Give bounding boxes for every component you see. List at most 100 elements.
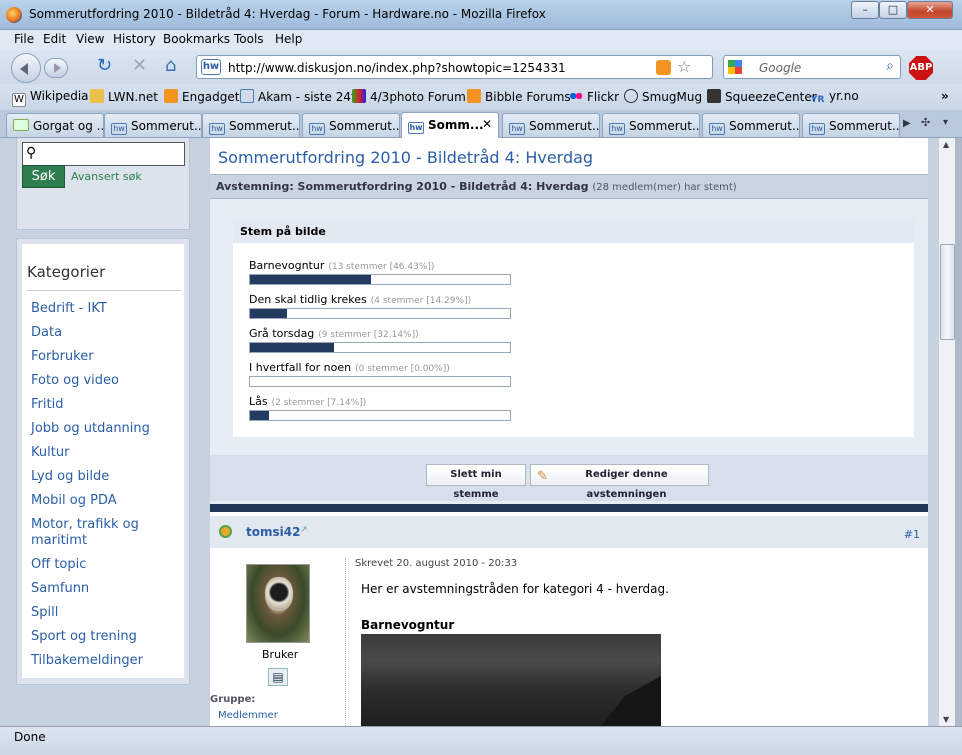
stop-icon[interactable]: ✕: [132, 56, 147, 76]
hw-icon: hw: [509, 123, 525, 135]
tab[interactable]: hw Sommerut...: [502, 113, 600, 137]
bookmark-wikipedia[interactable]: W Wikipedia: [12, 89, 89, 107]
url-bar[interactable]: hw http://www.diskusjon.no/index.php?sho…: [196, 55, 713, 79]
reload-icon[interactable]: ↻: [97, 56, 112, 76]
poll-bar: [249, 410, 511, 421]
group-value: Medlemmer: [218, 710, 278, 721]
tab[interactable]: Gorgat og ...: [6, 113, 104, 137]
category-link[interactable]: Off topic: [31, 557, 181, 573]
menu-tools[interactable]: Tools: [234, 32, 264, 46]
google-icon[interactable]: [728, 60, 742, 74]
menu-file[interactable]: File: [14, 32, 34, 46]
url-text[interactable]: http://www.diskusjon.no/index.php?showto…: [228, 61, 566, 75]
menu-history[interactable]: History: [113, 32, 156, 46]
adblock-icon[interactable]: ABP: [909, 56, 933, 80]
category-link[interactable]: Tilbakemeldinger: [31, 653, 181, 669]
category-link[interactable]: Lyd og bilde: [31, 469, 181, 485]
vertical-scrollbar[interactable]: ▲ ▼: [938, 138, 955, 726]
poll-bar: [249, 376, 511, 387]
post-number-link[interactable]: #1: [904, 528, 920, 541]
bookmarks-overflow-button[interactable]: »: [941, 89, 949, 103]
profile-book-icon[interactable]: ▤: [268, 668, 288, 686]
menu-help[interactable]: Help: [275, 32, 302, 46]
menu-bookmarks[interactable]: Bookmarks: [163, 32, 230, 46]
forum-search-input[interactable]: ⚲: [22, 142, 185, 166]
bookmark-akam[interactable]: Akam - siste 24t: [240, 89, 356, 104]
page-content: ⚲ Søk Avansert søk Kategorier Bedrift - …: [0, 138, 938, 726]
home-icon[interactable]: ⌂: [165, 56, 176, 76]
advanced-search-link[interactable]: Avansert søk: [71, 170, 142, 183]
back-button[interactable]: [11, 53, 41, 83]
tab-strip: Gorgat og ... hw Sommerut... hw Sommerut..…: [0, 110, 962, 138]
bookmark-yr[interactable]: YR yr.no: [811, 89, 859, 109]
close-button[interactable]: ✕: [907, 1, 953, 19]
category-link[interactable]: Data: [31, 325, 181, 341]
wikipedia-icon: W: [12, 93, 26, 107]
delete-vote-button[interactable]: Slett min stemme: [426, 464, 526, 500]
tab[interactable]: hw Sommerut...: [702, 113, 800, 137]
category-link[interactable]: Sport og trening: [31, 629, 181, 645]
minimize-button[interactable]: –: [851, 1, 879, 19]
bookmark-engadget[interactable]: Engadget: [164, 89, 239, 104]
post-username[interactable]: tomsi42: [246, 525, 300, 539]
rss-icon[interactable]: [656, 60, 671, 75]
menu-view[interactable]: View: [76, 32, 104, 46]
category-link[interactable]: Motor, trafikk og maritimt: [31, 517, 181, 549]
tab[interactable]: hw Sommerut...: [302, 113, 400, 137]
post-image[interactable]: [361, 634, 661, 726]
hw-icon: hw: [309, 123, 325, 135]
tux-icon: [90, 89, 104, 103]
bookmark-flickr[interactable]: Flickr: [569, 89, 619, 104]
hw-icon: [240, 89, 254, 103]
poll-option: Barnevogntur (13 stemmer [46.43%]): [249, 259, 435, 272]
poll-option: I hvertfall for noen (0 stemmer [0.00%]): [249, 361, 450, 374]
maximize-button[interactable]: □: [879, 1, 907, 19]
search-button[interactable]: Søk: [22, 165, 65, 188]
bookmark-43photo[interactable]: 4/3photo Forum: [352, 89, 466, 104]
forward-button[interactable]: [44, 58, 68, 78]
poll-option: Den skal tidlig krekes (4 stemmer [14.29%…: [249, 293, 472, 306]
category-link[interactable]: Fritid: [31, 397, 181, 413]
tab-scroll-right-icon[interactable]: ▶: [903, 118, 911, 129]
hw-icon: hw: [809, 123, 825, 135]
main-column: Sommerutfordring 2010 - Bildetråd 4: Hve…: [210, 138, 928, 726]
tab[interactable]: hw Sommerut...: [802, 113, 900, 137]
post-header: tomsi42 ↗ #1: [210, 516, 928, 548]
bookmark-lwn[interactable]: LWN.net: [90, 89, 158, 104]
tab-list-icon[interactable]: ✣: [921, 116, 930, 129]
external-link-icon[interactable]: ↗: [300, 525, 308, 535]
scrollbar-thumb[interactable]: [940, 244, 955, 340]
tab[interactable]: hw Sommerut...: [202, 113, 300, 137]
edit-poll-button[interactable]: ✎ Rediger denne avstemningen: [530, 464, 709, 500]
menu-edit[interactable]: Edit: [43, 32, 66, 46]
category-link[interactable]: Kultur: [31, 445, 181, 461]
group-label: Gruppe:: [210, 694, 256, 705]
bookmark-smugmug[interactable]: SmugMug: [624, 89, 702, 104]
bookmark-star-icon[interactable]: ☆: [677, 57, 691, 76]
poll-bar: [249, 342, 511, 353]
scroll-up-icon[interactable]: ▲: [943, 140, 949, 149]
post-image-title: Barnevogntur: [361, 618, 455, 632]
category-link[interactable]: Spill: [31, 605, 181, 621]
category-link[interactable]: Bedrift - IKT: [31, 301, 181, 317]
category-link[interactable]: Mobil og PDA: [31, 493, 181, 509]
tab-all-icon[interactable]: ▾: [943, 117, 948, 128]
bookmark-squeezecenter[interactable]: SqueezeCenter: [707, 89, 817, 104]
category-link[interactable]: Forbruker: [31, 349, 181, 365]
scroll-down-icon[interactable]: ▼: [943, 715, 949, 724]
poll-header: Avstemning: Sommerutfordring 2010 - Bild…: [210, 174, 928, 199]
category-link[interactable]: Jobb og utdanning: [31, 421, 181, 437]
tab-active[interactable]: hw Somm... ✕: [401, 112, 499, 138]
avatar[interactable]: [246, 564, 310, 643]
bookmark-bibble[interactable]: Bibble Forums: [467, 89, 571, 104]
tab[interactable]: hw Sommerut...: [104, 113, 202, 137]
divider: [345, 558, 346, 726]
tab[interactable]: hw Sommerut...: [602, 113, 700, 137]
title-bar: Sommerutfordring 2010 - Bildetråd 4: Hve…: [0, 0, 962, 30]
tab-close-icon[interactable]: ✕: [482, 117, 492, 131]
category-link[interactable]: Samfunn: [31, 581, 181, 597]
edit-pencil-icon: ✎: [537, 469, 548, 484]
category-link[interactable]: Foto og video: [31, 373, 181, 389]
search-bar[interactable]: Google ⌕: [723, 55, 901, 79]
search-magnifier-icon[interactable]: ⌕: [886, 58, 894, 74]
